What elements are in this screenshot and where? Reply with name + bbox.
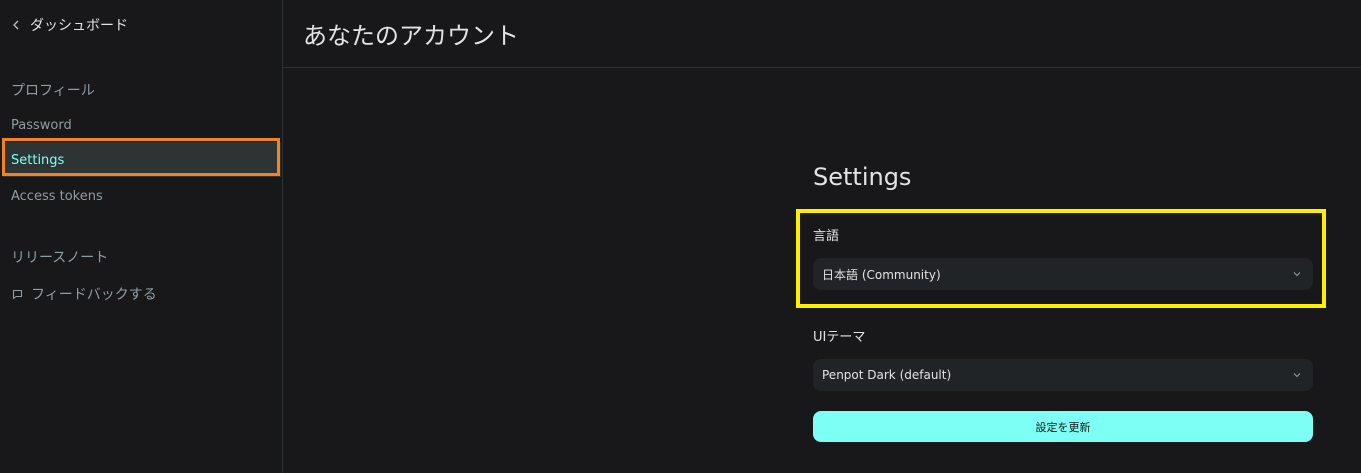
sidebar-item-settings[interactable]: Settings xyxy=(11,153,64,168)
sidebar-item-feedback[interactable]: フィードバックする xyxy=(11,284,157,304)
sidebar-item-access-tokens[interactable]: Access tokens xyxy=(11,189,103,204)
update-settings-button[interactable]: 設定を更新 xyxy=(813,411,1313,442)
page-header: あなたのアカウント xyxy=(283,0,1361,68)
sidebar-item-release-notes[interactable]: リリースノート xyxy=(11,247,108,267)
language-label: 言語 xyxy=(813,229,840,244)
back-label: ダッシュボード xyxy=(30,18,128,34)
sidebar-item-profile[interactable]: プロフィール xyxy=(11,80,95,100)
chevron-down-icon xyxy=(1291,268,1303,280)
sidebar-item-password[interactable]: Password xyxy=(11,118,72,133)
language-select-value: 日本語 (Community) xyxy=(822,267,941,282)
language-select[interactable]: 日本語 (Community) xyxy=(813,258,1313,290)
app-root: ダッシュボード プロフィール Password Settings Access … xyxy=(0,0,1361,473)
theme-select[interactable]: Penpot Dark (default) xyxy=(813,359,1313,391)
sidebar: ダッシュボード プロフィール Password Settings Access … xyxy=(0,0,283,473)
theme-label: UIテーマ xyxy=(813,330,866,345)
page-title: あなたのアカウント xyxy=(303,22,519,50)
chevron-down-icon xyxy=(1291,369,1303,381)
feedback-label: フィードバックする xyxy=(31,287,157,303)
comment-icon xyxy=(11,288,23,300)
settings-title: Settings xyxy=(813,163,912,191)
back-to-dashboard-link[interactable]: ダッシュボード xyxy=(8,14,128,36)
theme-select-value: Penpot Dark (default) xyxy=(822,368,952,382)
chevron-left-icon xyxy=(8,17,24,33)
